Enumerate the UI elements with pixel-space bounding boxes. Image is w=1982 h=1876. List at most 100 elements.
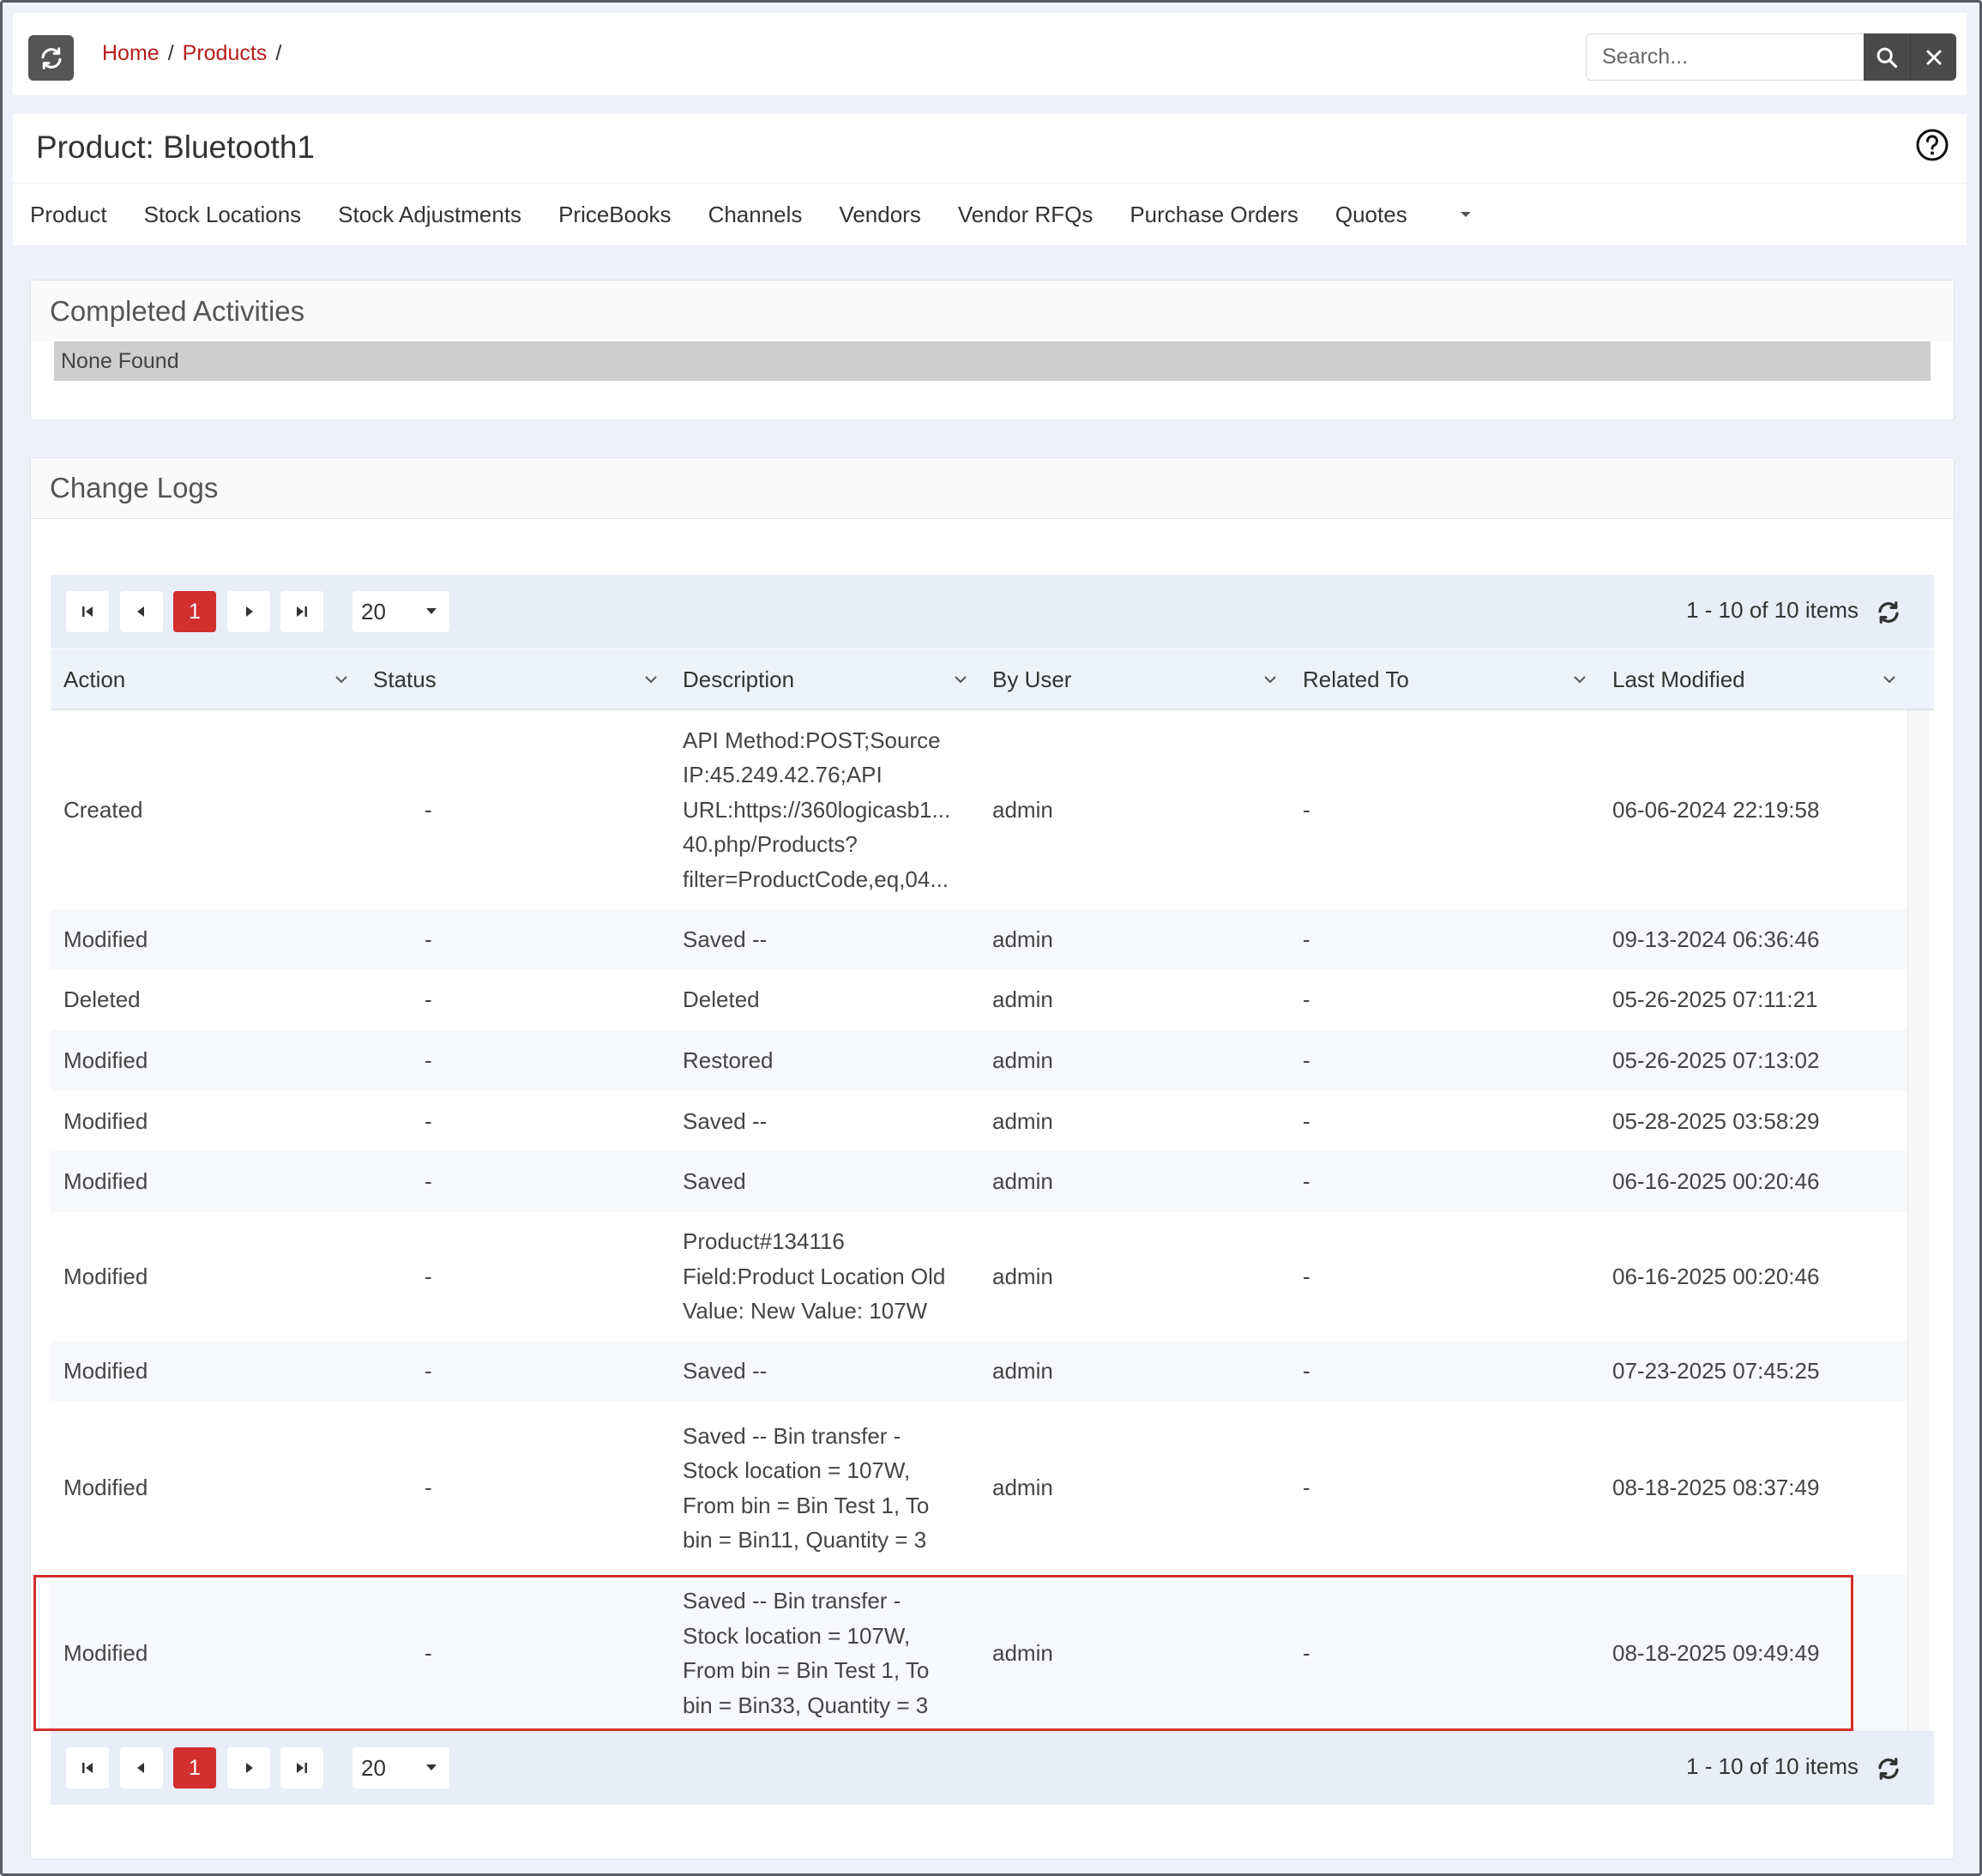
top-bar: Home / Products / xyxy=(13,13,1967,95)
description-line: From bin = Bin Test 1, To xyxy=(683,1657,930,1683)
grid-pager-bottom: 1 20 1 - 10 of 10 items xyxy=(51,1731,1934,1805)
current-page-button[interactable]: 1 xyxy=(173,1747,216,1789)
cell-action: Modified xyxy=(63,1475,148,1500)
cell-action: Modified xyxy=(63,926,148,952)
cell-related-to: - xyxy=(1303,1639,1310,1666)
page-size-select[interactable]: 20 xyxy=(352,591,449,632)
close-icon xyxy=(1926,50,1941,64)
description-line: Saved -- xyxy=(683,926,768,952)
tab-vendors[interactable]: Vendors xyxy=(839,202,920,228)
cell-last-modified: 06-16-2025 00:20:46 xyxy=(1612,1168,1820,1194)
chevron-down-icon[interactable] xyxy=(334,672,349,687)
tab-channels[interactable]: Channels xyxy=(708,202,803,228)
search-button[interactable] xyxy=(1864,33,1910,81)
last-page-button[interactable] xyxy=(280,1747,323,1789)
description-line: Stock location = 107W, xyxy=(683,1622,911,1649)
first-page-icon xyxy=(82,606,93,617)
table-row[interactable]: Modified - Saved -- admin - 09-13-2024 06:36:… xyxy=(51,909,1908,969)
last-page-button[interactable] xyxy=(280,591,323,632)
tab-stock-locations[interactable]: Stock Locations xyxy=(144,202,302,228)
column-header-status[interactable]: Status xyxy=(373,649,437,710)
search-input[interactable] xyxy=(1586,33,1864,81)
more-tabs-button[interactable] xyxy=(1453,202,1479,227)
table-row[interactable]: Modified - Saved -- Bin transfer - Stock lo… xyxy=(51,1575,1908,1731)
page-title: Product: Bluetooth1 xyxy=(36,130,315,165)
cell-by-user: admin xyxy=(992,1475,1053,1500)
pager-info: 1 - 10 of 10 items xyxy=(1686,1753,1859,1779)
cell-by-user: admin xyxy=(992,1263,1053,1289)
chevron-down-icon[interactable] xyxy=(953,672,968,687)
cell-description: Saved -- xyxy=(683,1091,767,1151)
previous-page-button[interactable] xyxy=(120,1747,163,1789)
description-line: Saved -- Bin transfer - xyxy=(683,1422,901,1449)
breadcrumb-home[interactable]: Home xyxy=(102,41,160,66)
grid-scrollbar[interactable] xyxy=(1907,710,1930,1731)
cell-status: - xyxy=(425,986,432,1012)
table-row[interactable]: Modified - Saved admin - 06-16-2025 00:20:46 xyxy=(51,1151,1908,1212)
cell-last-modified: 06-16-2025 00:20:46 xyxy=(1612,1263,1820,1289)
table-row[interactable]: Modified - Saved -- admin - 07-23-2025 07:45:… xyxy=(51,1341,1908,1401)
table-row[interactable]: Deleted - Deleted admin - 05-26-2025 07:11:21 xyxy=(51,969,1908,1030)
cell-description: Restored xyxy=(683,1030,774,1091)
refresh-icon[interactable] xyxy=(1876,1756,1901,1782)
cell-related-to: - xyxy=(1303,1168,1310,1194)
record-header: Product: Bluetooth1 Product Stock Locati… xyxy=(13,114,1967,245)
first-page-button[interactable] xyxy=(66,1747,109,1789)
cell-description: API Method:POST;Source IP:45.249.42.76;AP… xyxy=(683,710,950,909)
description-line: bin = Bin11, Quantity = 3 xyxy=(683,1527,927,1553)
description-line: API Method:POST;Source xyxy=(683,727,941,753)
cell-description: Saved -- Bin transfer - Stock location = … xyxy=(683,1575,929,1731)
column-header-related-to[interactable]: Related To xyxy=(1303,649,1409,710)
search-icon xyxy=(1877,47,1898,68)
clear-search-button[interactable] xyxy=(1910,33,1956,81)
table-row[interactable]: Created - API Method:POST;Source IP:45.249.… xyxy=(51,710,1908,909)
chevron-down-icon[interactable] xyxy=(1882,672,1897,687)
description-line: Saved xyxy=(683,1168,746,1195)
cell-description: Product#134116 Field:Product Location Old… xyxy=(683,1212,945,1341)
refresh-icon[interactable] xyxy=(1876,600,1901,625)
description-line: Stock location = 107W, xyxy=(683,1457,911,1483)
description-line: filter=ProductCode,eq,04... xyxy=(683,866,949,892)
column-header-description[interactable]: Description xyxy=(683,649,794,710)
column-header-by-user[interactable]: By User xyxy=(992,649,1071,710)
next-page-button[interactable] xyxy=(227,591,270,632)
chevron-down-icon[interactable] xyxy=(1572,672,1587,687)
tab-stock-adjustments[interactable]: Stock Adjustments xyxy=(338,202,521,228)
refresh-button[interactable] xyxy=(28,35,74,81)
current-page-button[interactable]: 1 xyxy=(173,591,216,632)
next-page-button[interactable] xyxy=(227,1747,270,1789)
cell-status: - xyxy=(425,1639,432,1666)
tab-product[interactable]: Product xyxy=(30,202,107,228)
grid-header: Action Status Description By User Relate… xyxy=(51,649,1934,710)
tab-vendor-rfqs[interactable]: Vendor RFQs xyxy=(958,202,1093,228)
cell-by-user: admin xyxy=(992,926,1053,952)
cell-by-user: admin xyxy=(992,1168,1053,1194)
previous-page-button[interactable] xyxy=(120,591,163,632)
column-header-last-modified[interactable]: Last Modified xyxy=(1612,649,1745,710)
description-line: Product#134116 xyxy=(683,1228,845,1255)
breadcrumb-products[interactable]: Products xyxy=(183,41,268,66)
table-row[interactable]: Modified - Saved -- Bin transfer - Stock lo… xyxy=(51,1401,1908,1575)
tab-purchase-orders[interactable]: Purchase Orders xyxy=(1130,202,1298,228)
cell-related-to: - xyxy=(1303,986,1310,1012)
description-line: 40.php/Products? xyxy=(683,831,858,858)
previous-page-icon xyxy=(137,606,144,617)
table-row[interactable]: Modified - Saved -- admin - 05-28-2025 03:58:… xyxy=(51,1091,1908,1151)
cell-related-to: - xyxy=(1303,1047,1310,1073)
help-circle-icon[interactable] xyxy=(1915,128,1949,162)
first-page-button[interactable] xyxy=(66,591,109,632)
cell-status: - xyxy=(425,796,432,823)
tab-quotes[interactable]: Quotes xyxy=(1335,202,1407,228)
tab-pricebooks[interactable]: PriceBooks xyxy=(558,202,672,228)
cell-last-modified: 05-28-2025 03:58:29 xyxy=(1612,1107,1820,1134)
breadcrumb-separator: / xyxy=(167,41,174,65)
column-header-action[interactable]: Action xyxy=(63,649,125,710)
table-row[interactable]: Modified - Product#134116 Field:Product Loc… xyxy=(51,1212,1908,1341)
page-size-select[interactable]: 20 xyxy=(352,1747,449,1789)
cell-action: Deleted xyxy=(63,986,141,1012)
table-row[interactable]: Modified - Restored admin - 05-26-2025 07:13:… xyxy=(51,1030,1908,1091)
chevron-down-icon[interactable] xyxy=(643,672,659,687)
caret-down-icon xyxy=(1460,212,1471,217)
description-line: IP:45.249.42.76;API xyxy=(683,762,883,788)
chevron-down-icon[interactable] xyxy=(1262,672,1278,687)
